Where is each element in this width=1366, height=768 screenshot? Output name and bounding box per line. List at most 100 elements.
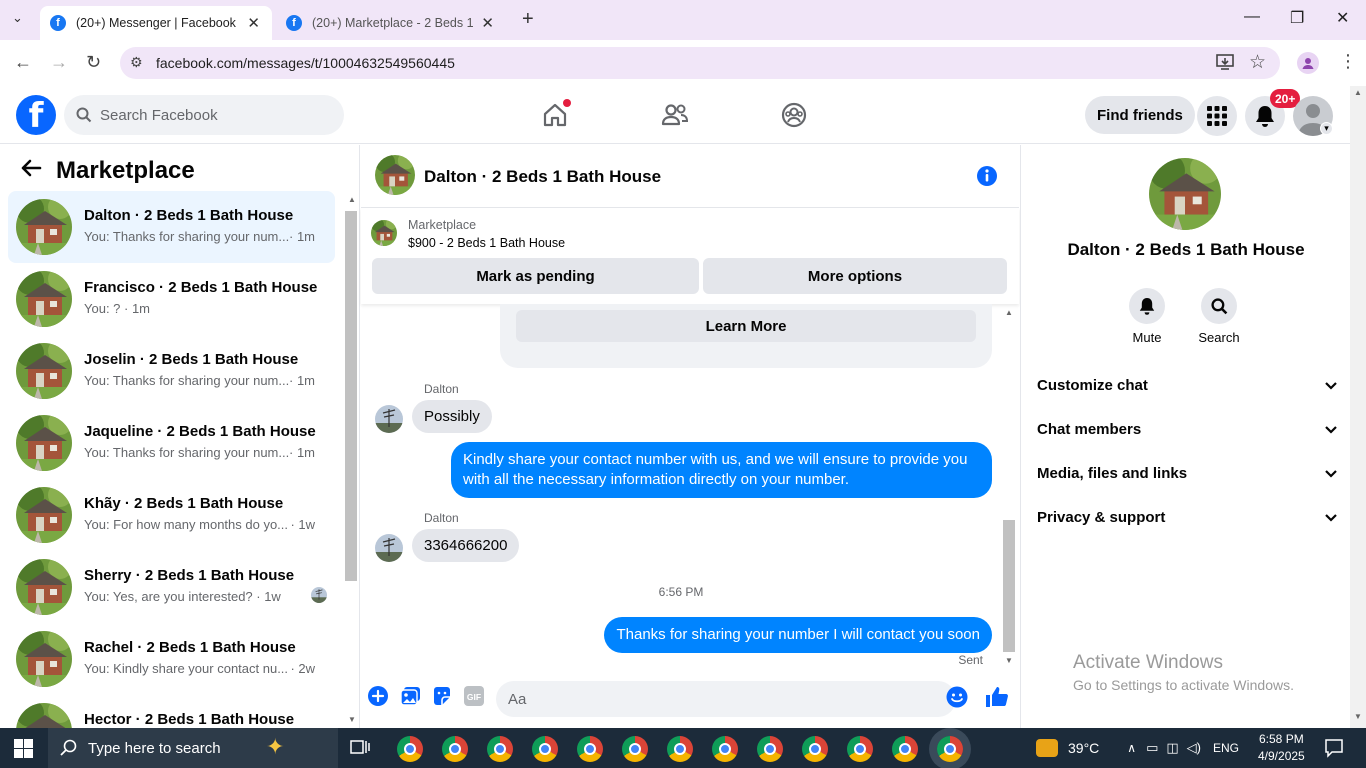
facebook-search-input[interactable] xyxy=(100,106,320,124)
chat-title[interactable]: Dalton · 2 Beds 1 Bath House xyxy=(424,167,661,187)
chrome-taskbar-icon[interactable] xyxy=(937,736,963,762)
weather-icon[interactable] xyxy=(1036,739,1058,757)
tray-chevron-icon[interactable]: ∧ xyxy=(1127,741,1136,755)
network-icon[interactable]: ◫ xyxy=(1166,740,1178,756)
thumbs-up-icon[interactable] xyxy=(985,685,1009,714)
chat-avatar[interactable] xyxy=(375,155,415,195)
language-indicator[interactable]: ENG xyxy=(1213,741,1239,755)
groups-nav-button[interactable] xyxy=(774,98,814,132)
sticker-icon[interactable] xyxy=(432,686,452,711)
bookmark-star-icon[interactable]: ☆ xyxy=(1249,51,1266,74)
site-info-icon[interactable]: ⚙ xyxy=(130,54,143,71)
conversation-item[interactable]: Dalton · 2 Beds 1 Bath House You: Thanks … xyxy=(8,191,335,263)
forward-arrow-icon[interactable]: → xyxy=(50,52,68,73)
back-arrow-icon[interactable]: ← xyxy=(14,52,32,73)
sender-avatar[interactable] xyxy=(375,534,403,562)
conversation-item[interactable]: Hector · 2 Beds 1 Bath House xyxy=(8,695,335,728)
chrome-taskbar-icon[interactable] xyxy=(802,736,828,762)
privacy-support-section[interactable]: Privacy & support xyxy=(1037,502,1337,532)
new-tab-plus-icon[interactable]: + xyxy=(522,8,534,31)
outgoing-message[interactable]: Kindly share your contact number with us… xyxy=(451,442,992,498)
search-in-chat-button[interactable]: Search xyxy=(1189,288,1249,345)
chrome-taskbar-icon[interactable] xyxy=(757,736,783,762)
conversation-item[interactable]: Francisco · 2 Beds 1 Bath House You: ? · … xyxy=(8,263,335,335)
conversation-avatar xyxy=(16,487,72,543)
chrome-taskbar-icon[interactable] xyxy=(442,736,468,762)
customize-chat-section[interactable]: Customize chat xyxy=(1037,370,1337,400)
chat-members-section[interactable]: Chat members xyxy=(1037,414,1337,444)
plus-circle-icon[interactable] xyxy=(368,686,388,711)
restore-icon[interactable]: ❐ xyxy=(1290,8,1304,28)
chevron-down-icon xyxy=(1325,509,1337,526)
back-arrow-icon[interactable] xyxy=(20,159,42,182)
temperature[interactable]: 39°C xyxy=(1068,740,1099,756)
minimize-icon[interactable]: — xyxy=(1244,8,1260,26)
notification-center-icon[interactable] xyxy=(1324,738,1344,763)
gif-icon[interactable]: GIF xyxy=(464,686,484,711)
install-app-icon[interactable] xyxy=(1216,53,1234,76)
message-input[interactable] xyxy=(496,681,956,717)
search-icon xyxy=(76,107,92,123)
emoji-icon[interactable] xyxy=(946,686,968,713)
conversation-item[interactable]: Joselin · 2 Beds 1 Bath House You: Thanks… xyxy=(8,335,335,407)
tab-close-icon[interactable]: ✕ xyxy=(481,14,494,32)
conversation-preview: You: For how many months do yo... xyxy=(84,517,289,532)
window-close-icon[interactable]: ✕ xyxy=(1336,8,1349,28)
home-nav-button[interactable] xyxy=(535,98,575,132)
listing-price-title[interactable]: $900 - 2 Beds 1 Bath House xyxy=(408,236,565,250)
media-files-links-section[interactable]: Media, files and links xyxy=(1037,458,1337,488)
chrome-taskbar-icon[interactable] xyxy=(577,736,603,762)
windows-start-icon[interactable] xyxy=(14,739,33,763)
task-view-icon[interactable] xyxy=(350,739,370,762)
chat-avatar-large[interactable] xyxy=(1149,158,1221,230)
mute-button[interactable]: Mute xyxy=(1117,288,1177,345)
chrome-taskbar-icon[interactable] xyxy=(532,736,558,762)
chrome-taskbar-icon[interactable] xyxy=(622,736,648,762)
listing-thumbnail[interactable] xyxy=(371,220,397,246)
chrome-taskbar-icon[interactable] xyxy=(397,736,423,762)
friends-nav-button[interactable] xyxy=(655,98,695,132)
battery-icon[interactable]: ▭ xyxy=(1146,740,1158,756)
chrome-taskbar-icon[interactable] xyxy=(892,736,918,762)
account-chevron-icon[interactable]: ▾ xyxy=(1320,122,1333,135)
chrome-taskbar-icon[interactable] xyxy=(847,736,873,762)
taskbar-clock[interactable]: 6:58 PM 4/9/2025 xyxy=(1258,731,1305,765)
facebook-logo-icon[interactable]: f xyxy=(16,95,56,135)
menu-button[interactable] xyxy=(1197,96,1237,136)
incoming-message[interactable]: Possibly xyxy=(412,400,492,433)
conversation-preview: You: Kindly share your contact nu... xyxy=(84,661,289,676)
info-icon[interactable] xyxy=(976,165,998,192)
mark-as-pending-button[interactable]: Mark as pending xyxy=(372,258,699,294)
learn-more-button[interactable]: Learn More xyxy=(516,310,976,342)
tab-messenger[interactable]: f (20+) Messenger | Facebook ✕ xyxy=(40,6,272,40)
tab-marketplace[interactable]: f (20+) Marketplace - 2 Beds 1 Bath ✕ xyxy=(276,6,506,40)
conversation-item[interactable]: Khãy · 2 Beds 1 Bath House You: For how m… xyxy=(8,479,335,551)
facebook-favicon-icon: f xyxy=(286,15,302,31)
facebook-search[interactable] xyxy=(64,95,344,135)
sender-avatar[interactable] xyxy=(375,405,403,433)
more-options-button[interactable]: More options xyxy=(703,258,1007,294)
conversation-item[interactable]: Sherry · 2 Beds 1 Bath House You: Yes, ar… xyxy=(8,551,335,623)
conversation-scrollbar[interactable]: ▲ ▼ xyxy=(344,193,358,728)
conversation-item[interactable]: Rachel · 2 Beds 1 Bath House You: Kindly … xyxy=(8,623,335,695)
tab-close-icon[interactable]: ✕ xyxy=(247,14,260,32)
reload-icon[interactable]: ↻ xyxy=(86,52,101,73)
browser-menu-icon[interactable]: ⋮ xyxy=(1339,51,1357,72)
chrome-taskbar-icon[interactable] xyxy=(487,736,513,762)
find-friends-button[interactable]: Find friends xyxy=(1085,96,1195,134)
page-scrollbar[interactable]: ▲ ▼ xyxy=(1350,86,1366,728)
tab-search-chevron-icon[interactable]: ⌄ xyxy=(12,10,23,26)
volume-icon[interactable]: ◁) xyxy=(1187,740,1201,756)
chrome-taskbar-icon[interactable] xyxy=(712,736,738,762)
photo-icon[interactable] xyxy=(400,686,421,711)
chrome-taskbar-icon[interactable] xyxy=(667,736,693,762)
incoming-message[interactable]: 3364666200 xyxy=(412,529,520,562)
conversation-name: Francisco · 2 Beds 1 Bath House xyxy=(84,279,318,296)
outgoing-message[interactable]: Thanks for sharing your number I will co… xyxy=(604,617,992,653)
conversation-item[interactable]: Jaqueline · 2 Beds 1 Bath House You: Than… xyxy=(8,407,335,479)
taskbar-search[interactable]: Type here to search ✦ xyxy=(48,728,338,768)
url-field[interactable]: ⚙ facebook.com/messages/t/10004632549560… xyxy=(120,47,1280,79)
profile-icon[interactable] xyxy=(1297,52,1319,74)
search-label: Search xyxy=(1198,330,1240,345)
message-scrollbar[interactable]: ▲ ▼ xyxy=(1001,306,1017,668)
